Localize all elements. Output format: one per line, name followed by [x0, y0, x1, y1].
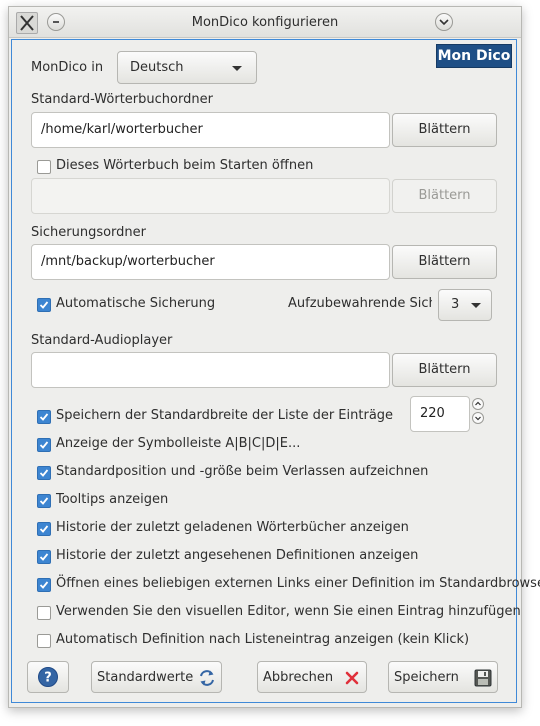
- list-width-spinner: [472, 398, 486, 428]
- option-label: Historie der zuletzt geladenen Wörterbüc…: [56, 520, 409, 535]
- checkmark-icon: [39, 301, 49, 309]
- checkmark-icon: [39, 413, 49, 421]
- option-label: Standardposition und -größe beim Verlass…: [56, 464, 429, 479]
- chevron-down-icon: [439, 19, 449, 26]
- option-label: Automatisch Definition nach Listeneintra…: [56, 632, 470, 647]
- option-row[interactable]: Historie der zuletzt geladenen Wörterbüc…: [12, 516, 516, 538]
- backup-folder-browse-button[interactable]: Blättern: [392, 245, 497, 279]
- option-checkbox[interactable]: [37, 466, 51, 480]
- checkmark-icon: [39, 441, 49, 449]
- window-menu-button[interactable]: [435, 13, 453, 31]
- open-at-start-browse-button: Blättern: [392, 179, 497, 213]
- checkmark-icon: [39, 581, 49, 589]
- dict-folder-label: Standard-Wörterbuchordner: [31, 92, 213, 107]
- cancel-button[interactable]: Abbrechen: [257, 661, 367, 693]
- keep-backups-value: 3: [451, 297, 460, 312]
- open-at-start-input: [31, 178, 390, 214]
- audio-player-label: Standard-Audioplayer: [31, 333, 173, 348]
- auto-backup-label: Automatische Sicherung: [56, 296, 216, 311]
- defaults-button-label: Standardwerte: [97, 670, 194, 685]
- help-icon: ?: [38, 667, 58, 687]
- option-row[interactable]: Tooltips anzeigen: [12, 488, 516, 510]
- svg-text:?: ?: [44, 671, 52, 686]
- checkmark-icon: [39, 469, 49, 477]
- close-icon: [345, 671, 359, 685]
- spin-up-button[interactable]: [472, 398, 484, 410]
- defaults-button[interactable]: Standardwerte: [91, 661, 222, 693]
- backup-folder-label: Sicherungsordner: [31, 225, 147, 240]
- dialog-content: Mon Dico MonDico in Deutsch Standard-Wör…: [11, 39, 540, 703]
- keep-backups-select[interactable]: 3: [438, 289, 492, 321]
- option-row[interactable]: Öffnen eines beliebigen externen Links e…: [12, 572, 540, 594]
- option-label: Anzeige der Symbolleiste A|B|C|D|E...: [56, 436, 301, 451]
- checkmark-icon: [39, 553, 49, 561]
- list-width-label: Speichern der Standardbreite der Liste d…: [56, 408, 394, 423]
- option-row[interactable]: Automatisch Definition nach Listeneintra…: [12, 628, 516, 650]
- help-button[interactable]: ?: [27, 661, 69, 693]
- checkmark-icon: [39, 525, 49, 533]
- dict-folder-browse-button[interactable]: Blättern: [392, 113, 497, 147]
- option-checkbox[interactable]: [37, 606, 51, 620]
- chevron-down-icon: [475, 416, 481, 421]
- open-at-start-checkbox[interactable]: [37, 160, 51, 174]
- option-checkbox[interactable]: [37, 494, 51, 508]
- dict-folder-input[interactable]: /home/karl/worterbucher: [31, 112, 390, 148]
- options-list: Anzeige der Symbolleiste A|B|C|D|E... St…: [12, 432, 540, 662]
- option-checkbox[interactable]: [37, 550, 51, 564]
- save-button[interactable]: Speichern: [388, 661, 498, 693]
- language-select[interactable]: Deutsch: [117, 51, 257, 84]
- floppy-disk-icon: [474, 669, 492, 687]
- option-checkbox[interactable]: [37, 522, 51, 536]
- option-checkbox[interactable]: [37, 634, 51, 648]
- option-row[interactable]: Verwenden Sie den visuellen Editor, wenn…: [12, 600, 521, 622]
- option-row[interactable]: Anzeige der Symbolleiste A|B|C|D|E...: [12, 432, 516, 454]
- language-select-value: Deutsch: [130, 60, 184, 75]
- auto-backup-checkbox[interactable]: [37, 298, 51, 312]
- title-bar: MonDico konfigurieren: [9, 7, 521, 38]
- backup-folder-input[interactable]: /mnt/backup/worterbucher: [31, 244, 390, 280]
- refresh-icon: [200, 670, 214, 686]
- config-dialog: MonDico konfigurieren Mon Dico MonDico i…: [8, 6, 540, 708]
- dropdown-arrow-icon: [232, 66, 242, 71]
- dropdown-arrow-icon: [471, 303, 481, 308]
- option-checkbox[interactable]: [37, 438, 51, 452]
- option-checkbox[interactable]: [37, 578, 51, 592]
- spin-down-button[interactable]: [472, 412, 484, 424]
- open-at-start-label: Dieses Wörterbuch beim Starten öffnen: [56, 158, 314, 173]
- save-button-label: Speichern: [394, 670, 459, 685]
- chevron-up-icon: [475, 401, 481, 406]
- option-label: Öffnen eines beliebigen externen Links e…: [56, 576, 540, 591]
- cancel-button-label: Abbrechen: [263, 670, 334, 685]
- list-width-checkbox[interactable]: [37, 410, 51, 424]
- keep-backups-label: Aufzubewahrende Sich: [288, 296, 432, 311]
- option-label: Tooltips anzeigen: [56, 492, 169, 507]
- checkmark-icon: [39, 497, 49, 505]
- option-label: Verwenden Sie den visuellen Editor, wenn…: [56, 604, 521, 619]
- option-row[interactable]: Historie der zuletzt angesehenen Definit…: [12, 544, 516, 566]
- option-label: Historie der zuletzt angesehenen Definit…: [56, 548, 419, 563]
- mondico-logo: Mon Dico: [436, 44, 512, 68]
- option-row[interactable]: Standardposition und -größe beim Verlass…: [12, 460, 516, 482]
- list-width-spinner-input[interactable]: 220: [410, 396, 470, 432]
- language-label: MonDico in: [31, 60, 104, 75]
- audio-player-input[interactable]: [31, 352, 390, 388]
- audio-player-browse-button[interactable]: Blättern: [392, 353, 497, 387]
